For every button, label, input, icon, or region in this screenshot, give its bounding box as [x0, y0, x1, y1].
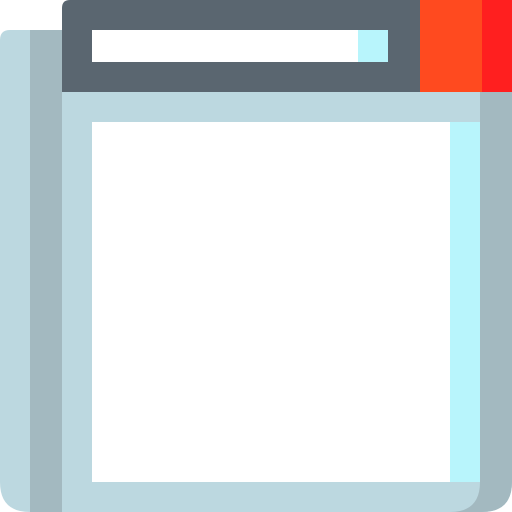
- content-area: [92, 122, 450, 482]
- address-bar[interactable]: [92, 30, 358, 62]
- content-area-shadow: [450, 122, 480, 482]
- icon-canvas: [0, 0, 512, 512]
- close-button-shadow: [482, 0, 512, 92]
- address-bar-end: [358, 30, 388, 62]
- back-sheet-shadow: [30, 30, 62, 512]
- browser-window-icon: [0, 0, 512, 512]
